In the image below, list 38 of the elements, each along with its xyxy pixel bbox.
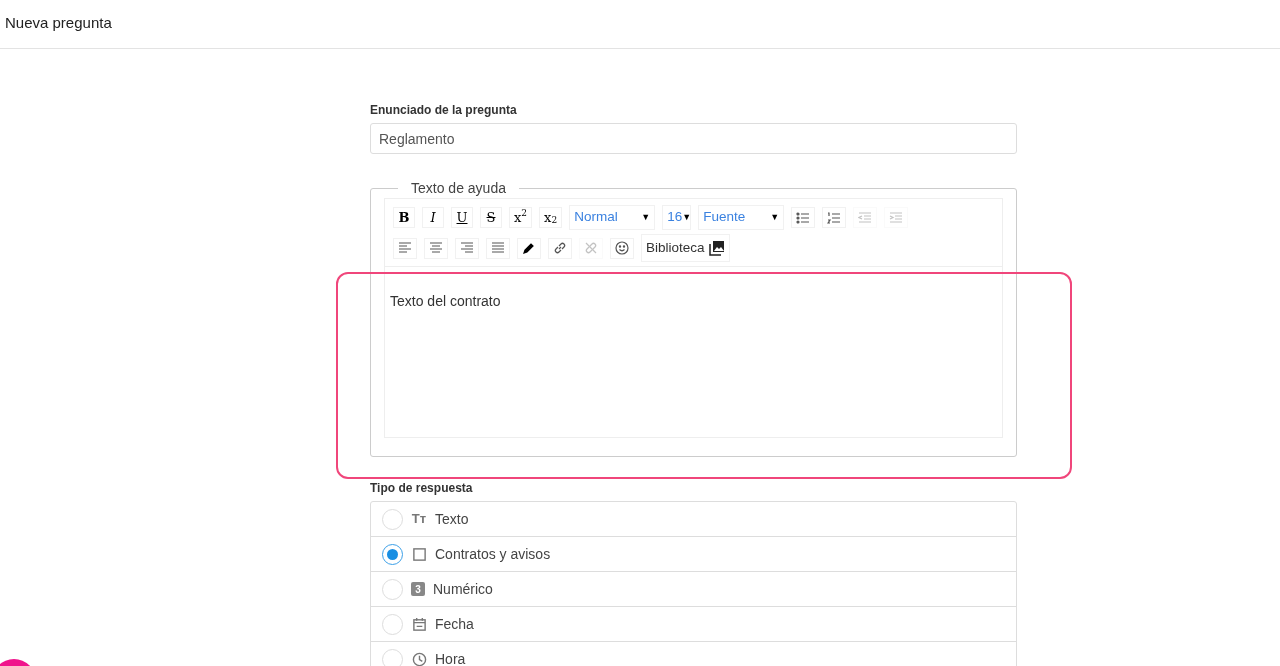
numbered-list-icon[interactable] <box>822 207 847 228</box>
field-label: Tipo de respuesta <box>370 480 474 497</box>
option-label: Hora <box>435 649 466 666</box>
link-icon[interactable] <box>548 237 572 259</box>
editor-text: Texto del contrato <box>390 293 501 309</box>
align-right-icon[interactable] <box>455 237 479 259</box>
page-title: Nueva pregunta <box>5 14 112 31</box>
calendar-icon <box>411 616 427 632</box>
format-dropdown[interactable]: 16▼ <box>662 205 692 230</box>
editor-area[interactable]: Texto del contrato <box>384 267 1003 438</box>
format-button[interactable]: B <box>393 207 415 228</box>
pen-icon[interactable] <box>517 237 541 259</box>
image-icon <box>708 240 725 256</box>
field-label: Enunciado de la pregunta <box>370 102 518 119</box>
format-button[interactable]: I <box>422 207 444 228</box>
align-left-icon[interactable] <box>393 237 417 259</box>
format-button[interactable]: U <box>451 207 473 228</box>
format-button[interactable]: S <box>480 207 502 228</box>
option-label: Fecha <box>435 614 474 634</box>
script-button[interactable]: x$_{2}$ <box>539 207 563 228</box>
text-type-icon: Tт <box>411 511 427 527</box>
library-button[interactable]: Biblioteca <box>641 234 730 262</box>
clock-icon <box>411 651 427 666</box>
align-center-icon[interactable] <box>424 237 448 259</box>
question-input[interactable]: Reglamento <box>370 123 1017 154</box>
bulleted-list-icon[interactable] <box>791 207 816 228</box>
script-button[interactable]: x$^{2}$ <box>509 207 533 228</box>
justify-icon[interactable] <box>486 237 510 259</box>
format-dropdown[interactable]: Fuente ▼ <box>698 205 785 230</box>
number-icon: 3 <box>411 582 425 596</box>
option-label: Contratos y avisos <box>435 544 551 564</box>
panel-legend: Texto de ayuda <box>398 178 519 198</box>
radio-button[interactable] <box>382 543 403 565</box>
option-label: Numérico <box>433 579 493 599</box>
format-dropdown[interactable]: Normal ▼ <box>569 205 656 230</box>
option-label: Texto <box>435 509 469 529</box>
emoji-icon[interactable] <box>610 237 634 259</box>
checkbox-icon <box>411 546 427 562</box>
